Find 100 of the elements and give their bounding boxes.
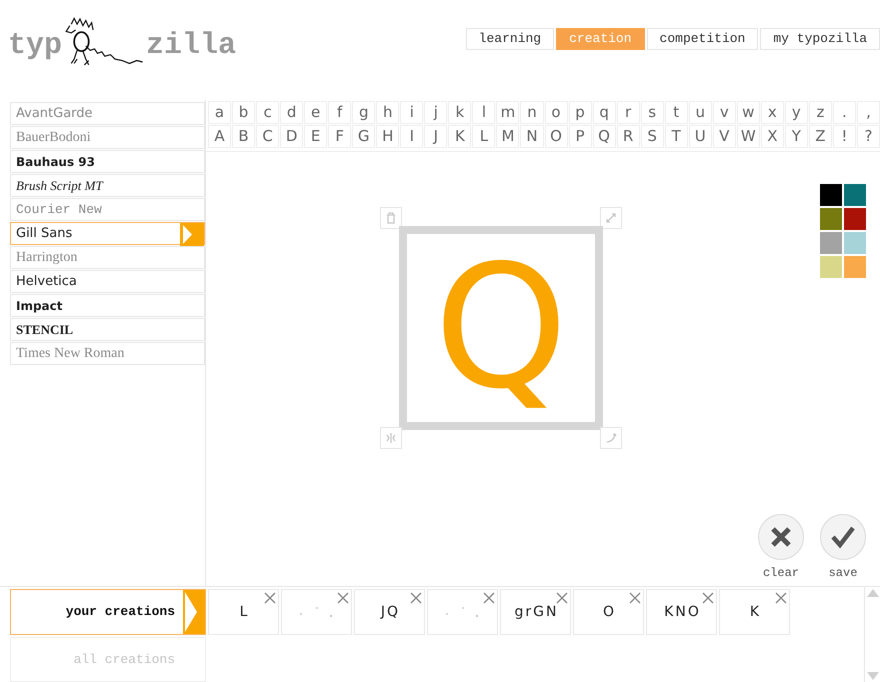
letter-key[interactable]: V (712, 125, 736, 148)
letter-key[interactable]: S (640, 125, 664, 148)
close-icon[interactable] (701, 591, 715, 605)
letter-key[interactable]: m (496, 101, 520, 124)
creation-thumbnail[interactable]: K N O (646, 589, 717, 635)
font-list-item[interactable]: Impact (10, 294, 205, 317)
letter-key[interactable]: b (232, 101, 256, 124)
letter-key[interactable]: z (808, 101, 832, 124)
letter-key[interactable]: o (544, 101, 568, 124)
color-swatch[interactable] (820, 256, 842, 278)
letter-key[interactable]: u (688, 101, 712, 124)
font-list-item[interactable]: Harrington (10, 246, 205, 269)
letter-key[interactable]: y (784, 101, 808, 124)
letter-key[interactable]: J (424, 125, 448, 148)
letter-key[interactable]: M (496, 125, 520, 148)
creation-thumbnail[interactable]: K (719, 589, 790, 635)
letter-key[interactable]: Z (808, 125, 832, 148)
font-list-item[interactable]: STENCIL (10, 318, 205, 341)
letter-key[interactable]: v (712, 101, 736, 124)
letter-key[interactable]: n (520, 101, 544, 124)
nav-tab[interactable]: competition (646, 28, 758, 50)
close-icon[interactable] (774, 591, 788, 605)
creation-thumbnail[interactable] (281, 589, 352, 635)
letter-key[interactable]: D (280, 125, 304, 148)
creation-thumbnail[interactable]: O (573, 589, 644, 635)
expand-icon[interactable] (600, 207, 622, 229)
letter-key[interactable]: a (208, 101, 232, 124)
letter-key[interactable]: l (472, 101, 496, 124)
letter-key[interactable]: q (592, 101, 616, 124)
scrollbar[interactable] (864, 587, 880, 682)
letter-key[interactable]: I (400, 125, 424, 148)
letter-key[interactable]: , (856, 101, 880, 124)
color-swatch[interactable] (820, 232, 842, 254)
letter-key[interactable]: i (400, 101, 424, 124)
font-list-item[interactable]: Courier New (10, 198, 205, 221)
letter-key[interactable]: H (376, 125, 400, 148)
font-list-item[interactable]: Helvetica (10, 270, 205, 293)
color-swatch[interactable] (844, 208, 866, 230)
letter-key[interactable]: d (280, 101, 304, 124)
letter-key[interactable]: G (352, 125, 376, 148)
letter-key[interactable]: s (640, 101, 664, 124)
creation-thumbnail[interactable]: g rG N (500, 589, 571, 635)
letter-key[interactable]: L (472, 125, 496, 148)
letter-key[interactable]: O (544, 125, 568, 148)
creation-thumbnail[interactable] (427, 589, 498, 635)
creation-thumbnail[interactable]: J Q (354, 589, 425, 635)
letter-key[interactable]: . (832, 101, 856, 124)
letter-key[interactable]: j (424, 101, 448, 124)
letter-key[interactable]: R (616, 125, 640, 148)
letter-key[interactable]: W (736, 125, 760, 148)
nav-tab[interactable]: my typozilla (760, 28, 880, 50)
letter-key[interactable]: K (448, 125, 472, 148)
letter-key[interactable]: B (232, 125, 256, 148)
letter-key[interactable]: p (568, 101, 592, 124)
letter-key[interactable]: Y (784, 125, 808, 148)
font-list-item[interactable]: Brush Script MT (10, 174, 205, 197)
letter-key[interactable]: t (664, 101, 688, 124)
color-swatch[interactable] (820, 184, 842, 206)
close-icon[interactable] (336, 591, 350, 605)
creations-tab[interactable]: your creations (10, 589, 206, 634)
letter-key[interactable]: P (568, 125, 592, 148)
font-list-item[interactable]: BauerBodoni (10, 126, 205, 149)
font-list-item[interactable]: Gill Sans (10, 222, 205, 245)
close-icon[interactable] (482, 591, 496, 605)
creation-thumbnail[interactable]: L (208, 589, 279, 635)
font-list-item[interactable]: Times New Roman (10, 342, 205, 365)
letter-key[interactable]: r (616, 101, 640, 124)
letter-key[interactable]: U (688, 125, 712, 148)
letter-key[interactable]: h (376, 101, 400, 124)
letter-key[interactable]: A (208, 125, 232, 148)
letter-key[interactable]: c (256, 101, 280, 124)
letter-key[interactable]: e (304, 101, 328, 124)
font-list-item[interactable]: AvantGarde (10, 102, 205, 125)
close-icon[interactable] (409, 591, 423, 605)
letter-key[interactable]: f (328, 101, 352, 124)
letter-key[interactable]: Q (592, 125, 616, 148)
letter-key[interactable]: ! (832, 125, 856, 148)
color-swatch[interactable] (820, 208, 842, 230)
scroll-up-icon[interactable] (866, 589, 878, 597)
scroll-down-icon[interactable] (866, 672, 878, 680)
save-button[interactable] (820, 514, 866, 560)
letter-key[interactable]: g (352, 101, 376, 124)
nav-tab[interactable]: learning (466, 28, 554, 50)
close-icon[interactable] (555, 591, 569, 605)
letter-key[interactable]: ? (856, 125, 880, 148)
close-icon[interactable] (628, 591, 642, 605)
flip-icon[interactable] (380, 427, 402, 449)
font-list-item[interactable]: Bauhaus 93 (10, 150, 205, 173)
rotate-icon[interactable] (600, 427, 622, 449)
letter-key[interactable]: C (256, 125, 280, 148)
clear-button[interactable] (758, 514, 804, 560)
letter-key[interactable]: F (328, 125, 352, 148)
color-swatch[interactable] (844, 184, 866, 206)
close-icon[interactable] (263, 591, 277, 605)
letter-key[interactable]: w (736, 101, 760, 124)
letter-key[interactable]: N (520, 125, 544, 148)
letter-key[interactable]: k (448, 101, 472, 124)
color-swatch[interactable] (844, 232, 866, 254)
letter-key[interactable]: x (760, 101, 784, 124)
color-swatch[interactable] (844, 256, 866, 278)
